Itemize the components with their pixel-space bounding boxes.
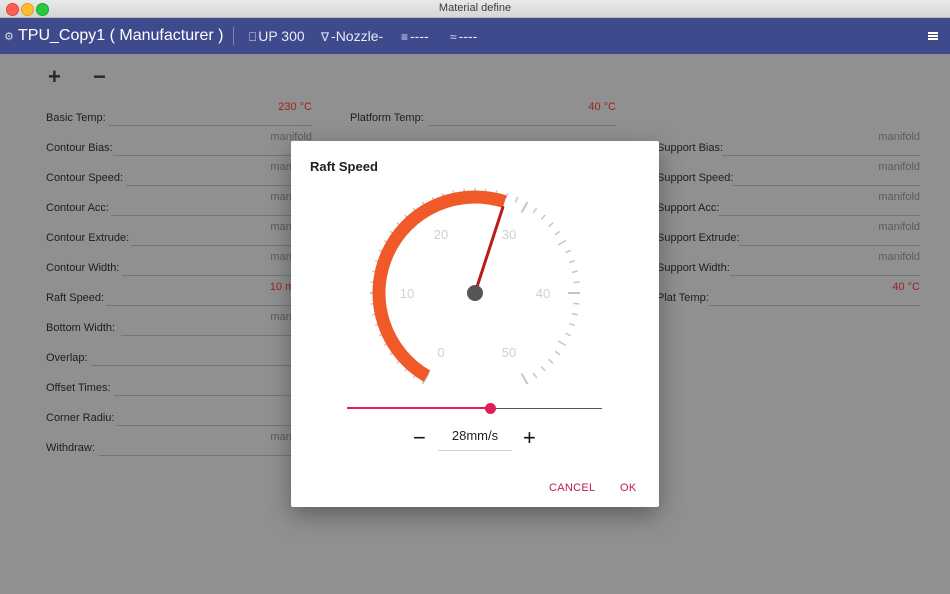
nozzle-indicator: ∇ -Nozzle- <box>321 18 383 54</box>
nozzle-icon: ∇ <box>321 30 330 44</box>
slider-thumb[interactable] <box>484 403 496 414</box>
other-indicator: ≈ ---- <box>450 18 477 54</box>
nozzle-name: -Nozzle- <box>331 28 384 44</box>
other-value: ---- <box>458 28 478 44</box>
printer-indicator: ⎕ UP 300 <box>249 18 305 54</box>
gauge-tick-label: 0 <box>437 345 444 360</box>
header-divider <box>233 27 234 45</box>
gauge-hub <box>467 285 483 301</box>
ok-button[interactable]: OK <box>620 482 637 494</box>
gauge-tick <box>514 196 519 203</box>
gauge-tick <box>571 270 578 274</box>
gauge-tick <box>573 281 580 284</box>
gauge-tick <box>540 366 546 372</box>
gauge-tick <box>557 340 567 347</box>
window-titlebar: Material define <box>0 0 950 18</box>
decrease-button[interactable]: − <box>413 425 426 451</box>
speed-value-field[interactable]: 28mm/s <box>438 427 512 451</box>
gauge-tick <box>532 207 538 214</box>
gauge-tick <box>540 214 546 220</box>
cancel-button[interactable]: CANCEL <box>549 482 595 494</box>
layer-indicator: ≡ ---- <box>401 18 429 54</box>
gauge-tick <box>565 249 572 254</box>
gauge-tick <box>548 358 554 364</box>
speed-gauge: 0 10 20 30 40 50 <box>370 188 580 385</box>
slider-fill <box>347 407 490 409</box>
material-title: ⚙ TPU_Copy1 ( Manufacturer ) <box>4 18 223 54</box>
wave-icon: ≈ <box>450 30 457 44</box>
gauge-tick <box>568 259 576 264</box>
gauge-tick-label: 10 <box>400 286 414 301</box>
gauge-tick <box>565 332 572 337</box>
menu-icon[interactable] <box>928 32 938 40</box>
gauge-tick <box>557 239 567 246</box>
app-header: ⚙ TPU_Copy1 ( Manufacturer ) ⎕ UP 300 ∇ -N… <box>0 18 950 54</box>
layers-icon: ≡ <box>401 30 409 44</box>
material-name: TPU_Copy1 ( Manufacturer ) <box>18 27 224 44</box>
raft-speed-dialog: Raft Speed 0 10 20 30 40 50 − 28mm/s + CANCEL… <box>291 141 659 507</box>
gauge-tick <box>573 302 580 305</box>
gauge-tick <box>520 201 529 213</box>
window-title: Material define <box>438 2 512 14</box>
printer-icon: ⎕ <box>249 30 257 44</box>
printer-name: UP 300 <box>258 28 305 44</box>
gauge-tick-label: 40 <box>536 286 550 301</box>
gauge-needle <box>473 205 505 295</box>
gauge-tick <box>554 230 561 236</box>
gear-icon: ⚙ <box>4 31 14 43</box>
gauge-tick <box>554 350 561 356</box>
gauge-tick-label: 30 <box>502 227 516 242</box>
gauge-tick <box>568 322 576 327</box>
gauge-tick <box>548 222 554 228</box>
increase-button[interactable]: + <box>523 425 536 451</box>
gauge-tick <box>571 312 578 316</box>
gauge-tick-label: 20 <box>434 227 448 242</box>
gauge-tick <box>520 373 529 385</box>
gauge-tick <box>532 372 538 379</box>
layer-value: ---- <box>410 28 429 44</box>
gauge-tick-label: 50 <box>502 345 516 360</box>
